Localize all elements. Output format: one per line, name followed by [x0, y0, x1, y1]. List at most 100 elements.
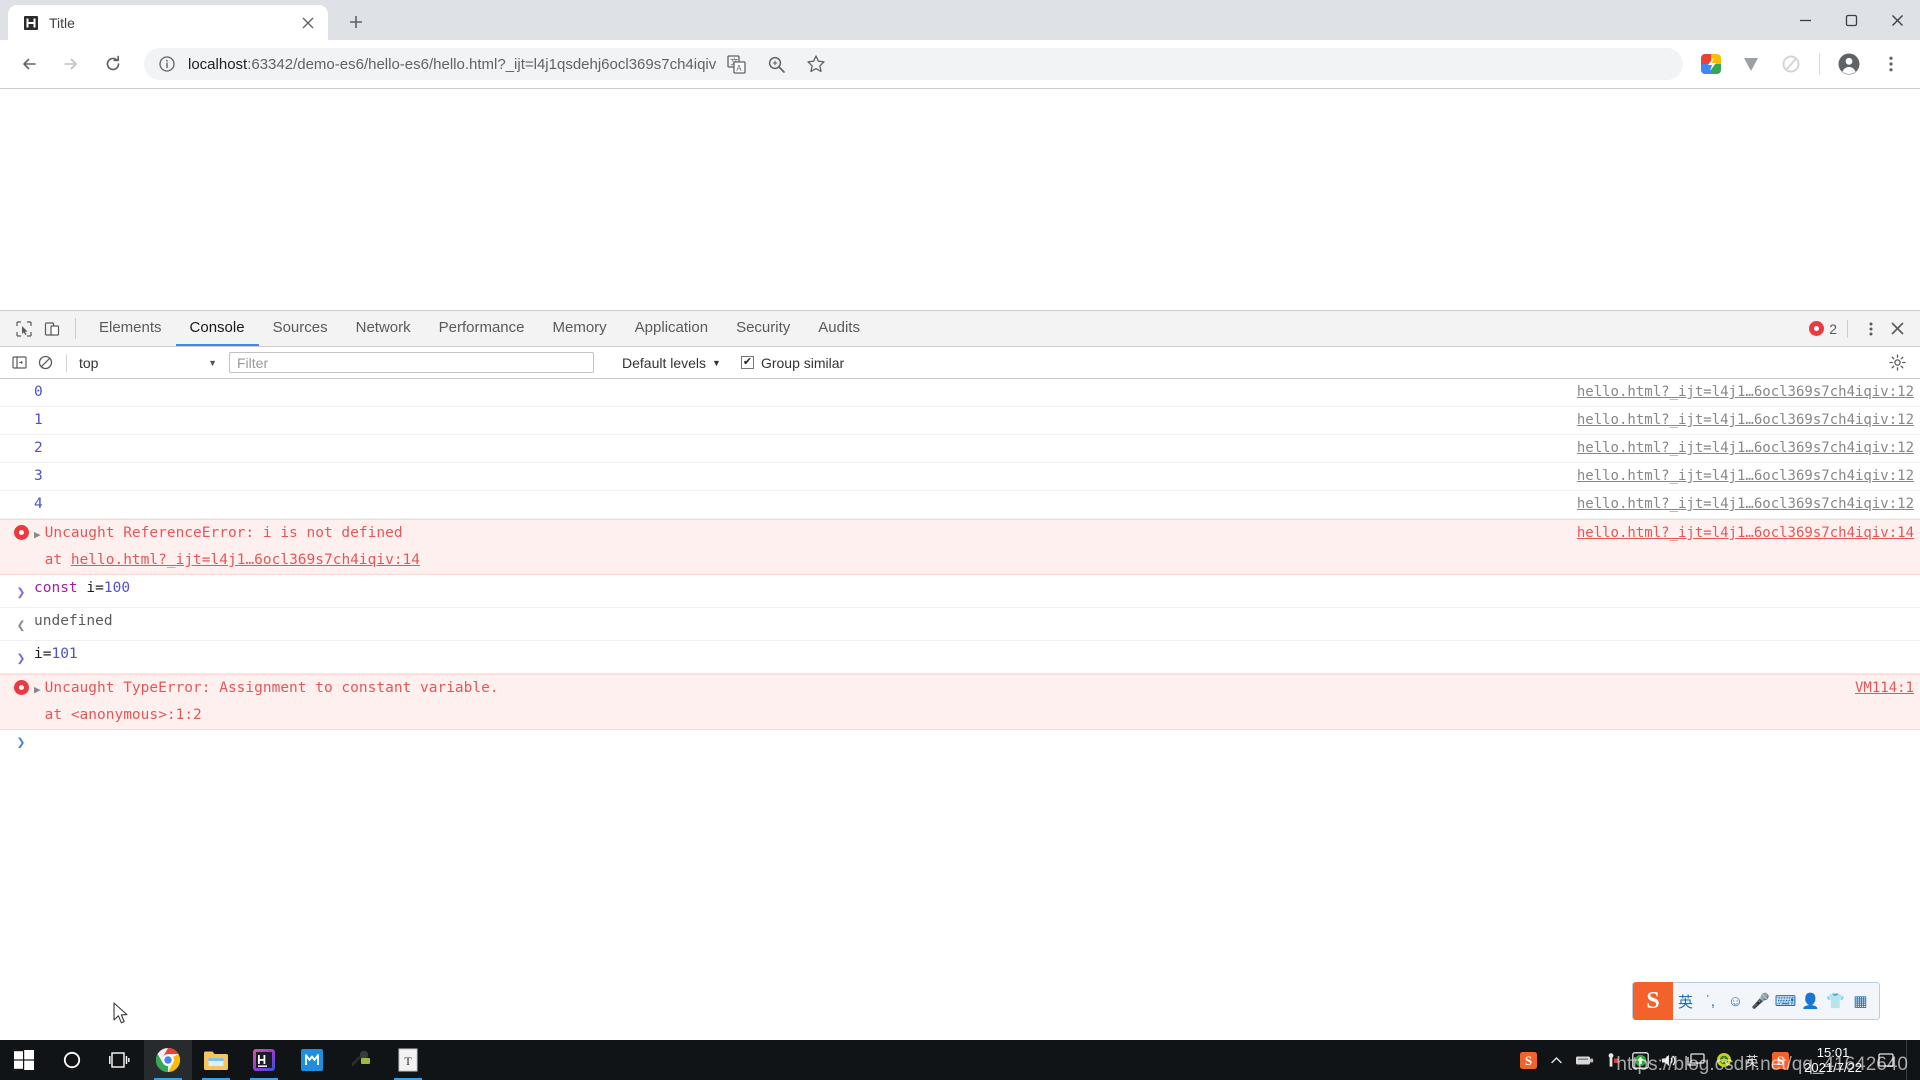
console-error-row[interactable]: ▶ Uncaught TypeError: Assignment to cons…: [0, 674, 1920, 730]
reload-icon[interactable]: [96, 47, 130, 81]
zoom-icon[interactable]: [761, 49, 791, 79]
tab-application[interactable]: Application: [621, 311, 722, 346]
log-levels-select[interactable]: Default levels ▼: [622, 355, 721, 371]
tray-volume-icon[interactable]: [1654, 1040, 1682, 1080]
source-link[interactable]: hello.html?_ijt=l4j1…6ocl369s7ch4iqiv:14: [1577, 520, 1920, 547]
log-levels-label: Default levels: [622, 354, 707, 371]
taskbar-maxthon[interactable]: [288, 1040, 336, 1080]
ime-mode-english[interactable]: 英: [1673, 991, 1698, 1012]
new-tab-button[interactable]: [340, 6, 372, 38]
source-link[interactable]: hello.html?_ijt=l4j1…6ocl369s7ch4iqiv:12: [1577, 379, 1920, 406]
console-log-row[interactable]: 4 hello.html?_ijt=l4j1…6ocl369s7ch4iqiv:…: [0, 491, 1920, 519]
tray-security-icon[interactable]: [1598, 1040, 1626, 1080]
source-link[interactable]: hello.html?_ijt=l4j1…6ocl369s7ch4iqiv:12: [1577, 491, 1920, 518]
ime-skin-icon[interactable]: 👕: [1823, 992, 1848, 1010]
taskbar-texteditor[interactable]: T: [384, 1040, 432, 1080]
devtools-close-icon[interactable]: [1884, 316, 1910, 342]
ime-emoji-icon[interactable]: ☺: [1723, 993, 1748, 1010]
browser-tab[interactable]: Title: [8, 5, 328, 40]
group-similar-checkbox[interactable]: ✔ Group similar: [740, 355, 844, 371]
extension-v-icon[interactable]: [1736, 49, 1766, 79]
tab-network[interactable]: Network: [342, 311, 425, 346]
tray-sogou-2-icon[interactable]: S: [1766, 1040, 1794, 1080]
tray-show-hidden-icons[interactable]: [1542, 1040, 1570, 1080]
ime-toolbox-icon[interactable]: ▦: [1848, 992, 1873, 1010]
execution-context-select[interactable]: top ▼: [75, 355, 225, 371]
sogou-logo-icon[interactable]: S: [1633, 982, 1673, 1020]
source-link[interactable]: hello.html?_ijt=l4j1…6ocl369s7ch4iqiv:12: [1577, 435, 1920, 462]
start-button[interactable]: [0, 1040, 48, 1080]
ime-punctuation-icon[interactable]: ˙,: [1698, 993, 1723, 1010]
error-message: Uncaught TypeError: Assignment to consta…: [44, 680, 499, 696]
chrome-menu-icon[interactable]: [1874, 47, 1908, 81]
console-error-row[interactable]: ▶ Uncaught ReferenceError: i is not defi…: [0, 519, 1920, 575]
close-window-button[interactable]: [1874, 0, 1920, 40]
tray-network-icon[interactable]: [1682, 1040, 1710, 1080]
show-desktop-button[interactable]: [1906, 1040, 1914, 1080]
minimize-window-button[interactable]: [1782, 0, 1828, 40]
translate-icon[interactable]: 文 A: [721, 49, 751, 79]
tab-elements[interactable]: Elements: [85, 311, 176, 346]
console-log-row[interactable]: 3 hello.html?_ijt=l4j1…6ocl369s7ch4iqiv:…: [0, 463, 1920, 491]
error-count-badge[interactable]: 2: [1809, 321, 1837, 337]
svg-text:S: S: [1525, 1053, 1532, 1068]
console-log-row[interactable]: 0 hello.html?_ijt=l4j1…6ocl369s7ch4iqiv:…: [0, 379, 1920, 407]
console-log-row[interactable]: 1 hello.html?_ijt=l4j1…6ocl369s7ch4iqiv:…: [0, 407, 1920, 435]
console-input-row[interactable]: ❯ const i=100: [0, 575, 1920, 608]
taskbar-clock[interactable]: 15:01 2021/7/22: [1794, 1045, 1872, 1075]
tab-console[interactable]: Console: [175, 311, 259, 346]
tray-update-icon[interactable]: [1626, 1040, 1654, 1080]
devtools-menu-icon[interactable]: [1858, 316, 1884, 342]
sogou-ime-toolbar[interactable]: S 英 ˙, ☺ 🎤 ⌨ 👤 👕 ▦: [1632, 982, 1880, 1020]
ime-keyboard-icon[interactable]: ⌨: [1773, 992, 1798, 1010]
tab-security[interactable]: Security: [722, 311, 804, 346]
stack-source-link[interactable]: hello.html?_ijt=l4j1…6ocl369s7ch4iqiv:14: [71, 552, 420, 568]
tray-shield-icon[interactable]: [1710, 1040, 1738, 1080]
tab-memory[interactable]: Memory: [539, 311, 621, 346]
site-info-icon[interactable]: [158, 55, 176, 73]
source-link[interactable]: VM114:1: [1855, 675, 1920, 702]
tab-sources[interactable]: Sources: [259, 311, 342, 346]
extension-colorful-icon[interactable]: [1696, 49, 1726, 79]
bookmark-star-icon[interactable]: [801, 49, 831, 79]
tray-ime-icon[interactable]: 英: [1738, 1040, 1766, 1080]
console-log-row[interactable]: 2 hello.html?_ijt=l4j1…6ocl369s7ch4iqiv:…: [0, 435, 1920, 463]
source-link[interactable]: hello.html?_ijt=l4j1…6ocl369s7ch4iqiv:12: [1577, 463, 1920, 490]
console-input-row[interactable]: ❯ i=101: [0, 641, 1920, 674]
extension-circle-icon[interactable]: [1776, 49, 1806, 79]
ime-voice-icon[interactable]: 🎤: [1748, 992, 1773, 1010]
console-message-list[interactable]: 0 hello.html?_ijt=l4j1…6ocl369s7ch4iqiv:…: [0, 379, 1920, 1040]
taskbar-tools[interactable]: [336, 1040, 384, 1080]
address-bar[interactable]: localhost:63342/demo-es6/hello-es6/hello…: [144, 48, 1683, 80]
ime-user-icon[interactable]: 👤: [1798, 992, 1823, 1010]
toggle-device-toolbar-icon[interactable]: [38, 311, 66, 346]
tray-sogou-icon[interactable]: S: [1514, 1040, 1542, 1080]
forward-icon[interactable]: [54, 47, 88, 81]
back-icon[interactable]: [12, 47, 46, 81]
profile-avatar[interactable]: [1832, 47, 1866, 81]
source-link[interactable]: hello.html?_ijt=l4j1…6ocl369s7ch4iqiv:12: [1577, 407, 1920, 434]
expand-arrow-icon[interactable]: ▶: [34, 520, 41, 548]
console-settings-gear-icon[interactable]: [1884, 350, 1910, 376]
inspect-element-icon[interactable]: [10, 311, 38, 346]
tray-action-center-icon[interactable]: [1872, 1040, 1900, 1080]
error-message: Uncaught ReferenceError: i is not define…: [44, 525, 403, 541]
console-prompt[interactable]: ❯: [0, 730, 1920, 757]
task-view-button[interactable]: [96, 1040, 144, 1080]
tab-audits[interactable]: Audits: [804, 311, 874, 346]
tray-driver-icon[interactable]: [1570, 1040, 1598, 1080]
maximize-window-button[interactable]: [1828, 0, 1874, 40]
console-filter-input[interactable]: Filter: [229, 352, 594, 373]
taskbar-webstorm[interactable]: [240, 1040, 288, 1080]
error-count-label: 2: [1829, 320, 1837, 337]
tab-performance[interactable]: Performance: [425, 311, 539, 346]
close-tab-icon[interactable]: [298, 13, 318, 33]
expand-arrow-icon[interactable]: ▶: [34, 675, 41, 703]
cortana-search-button[interactable]: [48, 1040, 96, 1080]
taskbar-file-explorer[interactable]: [192, 1040, 240, 1080]
console-sidebar-icon[interactable]: [6, 350, 32, 376]
tab-label: Network: [355, 319, 411, 336]
console-output-row[interactable]: ❮ undefined: [0, 608, 1920, 641]
clear-console-icon[interactable]: [32, 350, 58, 376]
taskbar-chrome[interactable]: [144, 1040, 192, 1080]
